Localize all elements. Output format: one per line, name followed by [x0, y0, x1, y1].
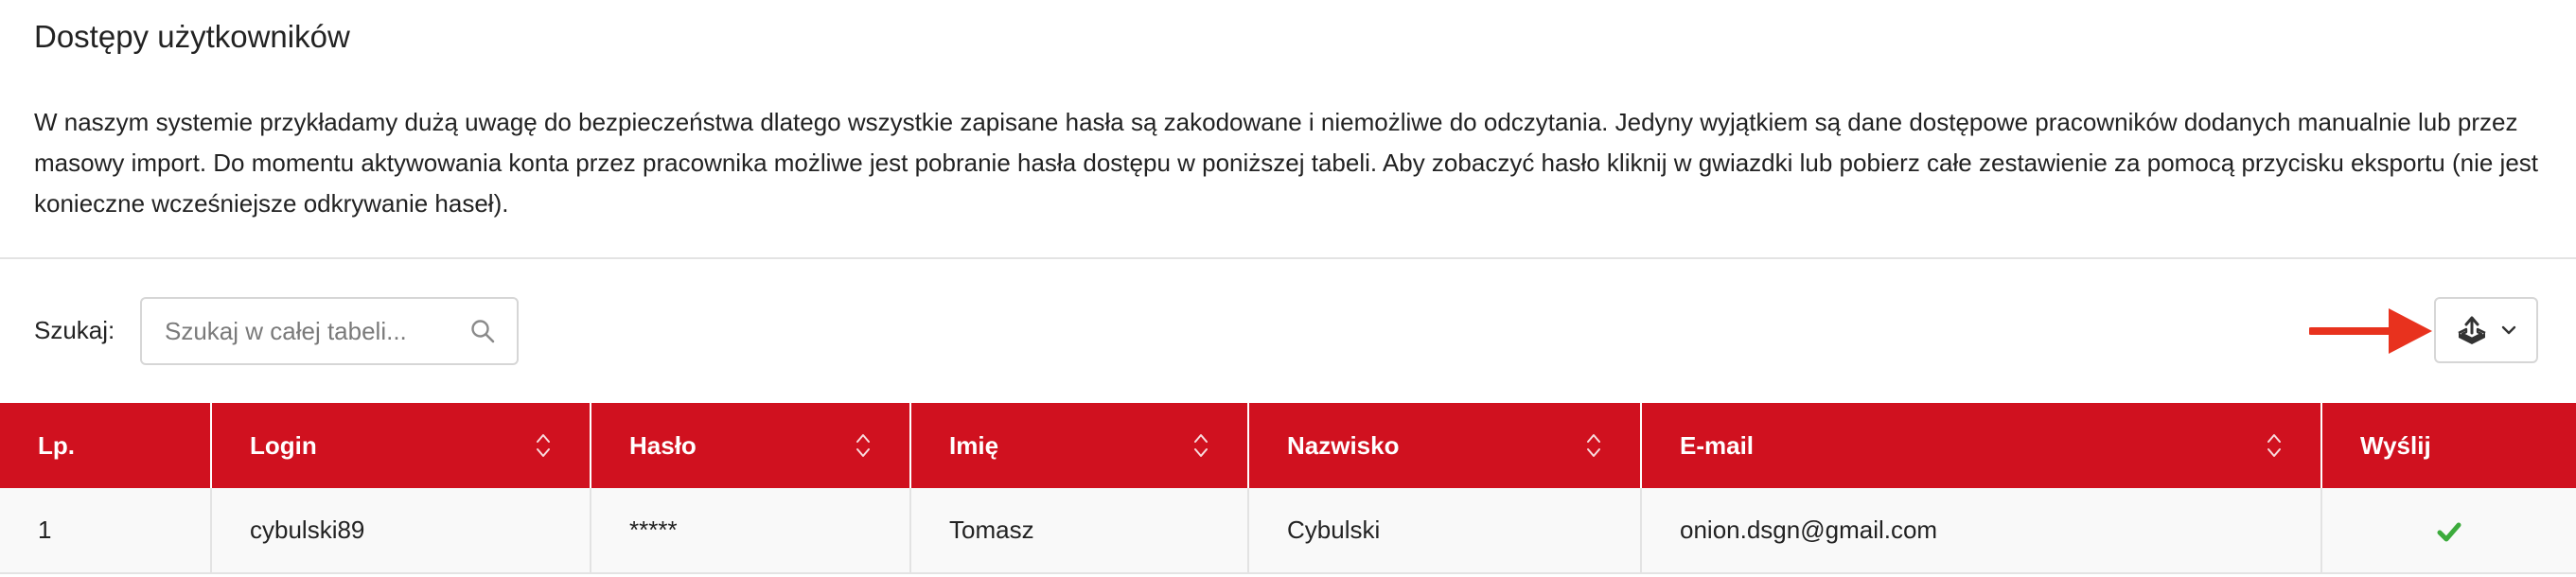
- cell-send: [2321, 488, 2576, 574]
- sort-icon[interactable]: [1192, 431, 1209, 460]
- export-button[interactable]: [2434, 297, 2538, 363]
- chevron-down-icon: [2501, 325, 2516, 335]
- export-icon: [2458, 316, 2486, 344]
- table-row: 1 cybulski89 ***** Tomasz Cybulski onion…: [0, 488, 2576, 574]
- column-header-last-name[interactable]: Nazwisko: [1248, 403, 1642, 488]
- search-icon[interactable]: [469, 318, 496, 344]
- cell-last-name: Cybulski: [1248, 488, 1642, 574]
- check-icon[interactable]: [2437, 521, 2461, 542]
- table-header-row: Lp. Login Hasło Imię Nazwisko E-mail Wyś…: [0, 403, 2576, 488]
- column-header-password[interactable]: Hasło: [591, 403, 911, 488]
- column-header-send: Wyślij: [2321, 403, 2576, 488]
- column-header-login[interactable]: Login: [211, 403, 591, 488]
- sort-icon[interactable]: [855, 431, 872, 460]
- page-description: W naszym systemie przykładamy dużą uwagę…: [34, 108, 2539, 218]
- sort-icon[interactable]: [2266, 431, 2283, 460]
- cell-first-name: Tomasz: [910, 488, 1249, 574]
- cell-login: cybulski89: [211, 488, 591, 574]
- search-box[interactable]: [140, 297, 519, 365]
- column-header-first-name[interactable]: Imię: [910, 403, 1249, 488]
- search-label: Szukaj:: [34, 316, 115, 344]
- sort-icon[interactable]: [535, 431, 552, 460]
- search-input[interactable]: [165, 299, 449, 363]
- section-divider: [0, 257, 2576, 259]
- cell-lp: 1: [0, 488, 212, 574]
- arrow-annotation-icon: [2309, 308, 2432, 354]
- column-header-email[interactable]: E-mail: [1641, 403, 2322, 488]
- page-title: Dostępy użytkowników: [34, 19, 350, 54]
- column-header-lp[interactable]: Lp.: [0, 403, 212, 488]
- users-access-table: Lp. Login Hasło Imię Nazwisko E-mail Wyś…: [0, 403, 2576, 574]
- cell-email: onion.dsgn@gmail.com: [1641, 488, 2322, 574]
- sort-icon[interactable]: [1585, 431, 1602, 460]
- cell-password[interactable]: *****: [591, 488, 911, 574]
